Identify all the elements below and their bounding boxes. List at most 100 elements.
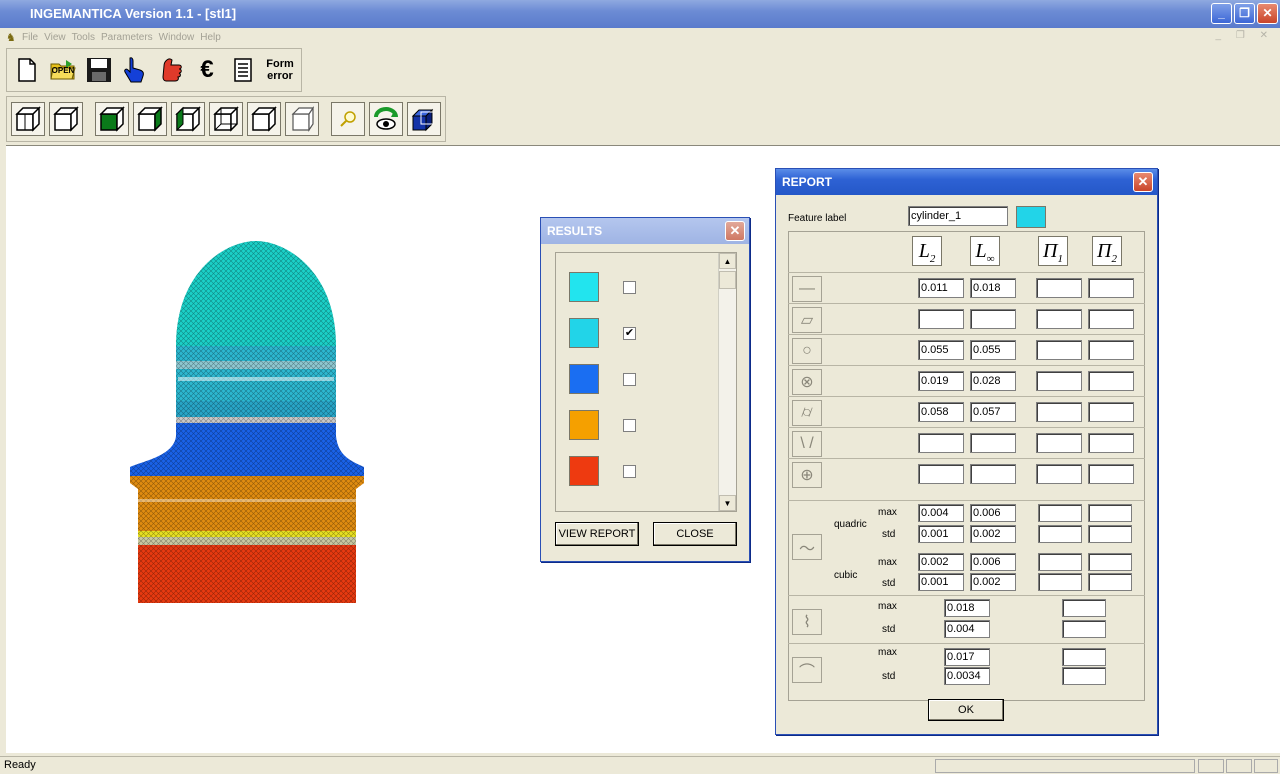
- view-back-button[interactable]: [49, 102, 83, 136]
- cell-l2[interactable]: 0.019: [918, 371, 964, 391]
- cell-l2[interactable]: [918, 309, 964, 329]
- view-right-button[interactable]: [133, 102, 167, 136]
- cylinder-icon[interactable]: ⌭: [792, 400, 822, 426]
- results-close-button[interactable]: CLOSE: [653, 522, 737, 546]
- red-hand-button[interactable]: [155, 52, 187, 88]
- cell-pi1[interactable]: [1036, 402, 1082, 422]
- view-left-button[interactable]: [171, 102, 205, 136]
- view-front-button[interactable]: [11, 102, 45, 136]
- curve-profile-icon[interactable]: 〜: [792, 534, 822, 560]
- result-checkbox[interactable]: ✔: [623, 327, 636, 340]
- scroll-thumb[interactable]: [719, 271, 736, 289]
- plane-icon[interactable]: ▱: [792, 307, 822, 333]
- cubic-max-pi1[interactable]: [1038, 553, 1082, 571]
- result-checkbox[interactable]: [623, 465, 636, 478]
- cubic-max-pi2[interactable]: [1088, 553, 1132, 571]
- menu-tools[interactable]: Tools: [72, 32, 95, 43]
- scroll-down-arrow-icon[interactable]: ▼: [719, 495, 736, 511]
- result-color-swatch[interactable]: [569, 456, 599, 486]
- quadric-std-pi1[interactable]: [1038, 525, 1082, 543]
- result-color-swatch[interactable]: [569, 364, 599, 394]
- open-button[interactable]: OPEN: [47, 52, 79, 88]
- cell-pi1[interactable]: [1036, 433, 1082, 453]
- menu-file[interactable]: File: [22, 32, 38, 43]
- cell-l2[interactable]: 0.011: [918, 278, 964, 298]
- ok-button[interactable]: OK: [928, 699, 1004, 721]
- result-color-swatch[interactable]: [569, 318, 599, 348]
- cylindricity-icon[interactable]: ⊗: [792, 369, 822, 395]
- cubic-max-linf[interactable]: 0.006: [970, 553, 1016, 571]
- cell-linf[interactable]: 0.018: [970, 278, 1016, 298]
- results-scrollbar[interactable]: ▲ ▼: [718, 253, 736, 511]
- zoom-button[interactable]: [331, 102, 365, 136]
- cell-linf[interactable]: [970, 464, 1016, 484]
- cell-l2[interactable]: 0.055: [918, 340, 964, 360]
- profile1-pi-std[interactable]: [1062, 620, 1106, 638]
- view-top-button[interactable]: [95, 102, 129, 136]
- new-button[interactable]: [11, 52, 43, 88]
- minimize-button[interactable]: _: [1211, 3, 1232, 24]
- cell-l2[interactable]: 0.058: [918, 402, 964, 422]
- profile2-pi-std[interactable]: [1062, 667, 1106, 685]
- results-close-x-button[interactable]: ✕: [725, 221, 745, 241]
- menu-window[interactable]: Window: [159, 32, 195, 43]
- cell-pi2[interactable]: [1088, 309, 1134, 329]
- cubic-std-linf[interactable]: 0.002: [970, 573, 1016, 591]
- cubic-max-l2[interactable]: 0.002: [918, 553, 964, 571]
- rotate-view-button[interactable]: [369, 102, 403, 136]
- close-window-button[interactable]: ✕: [1257, 3, 1278, 24]
- scroll-up-arrow-icon[interactable]: ▲: [719, 253, 736, 269]
- cell-l2[interactable]: [918, 433, 964, 453]
- report-button[interactable]: [227, 52, 259, 88]
- view-iso2-button[interactable]: [285, 102, 319, 136]
- result-checkbox[interactable]: [623, 419, 636, 432]
- cell-pi1[interactable]: [1036, 309, 1082, 329]
- quadric-max-pi2[interactable]: [1088, 504, 1132, 522]
- cubic-std-l2[interactable]: 0.001: [918, 573, 964, 591]
- cell-pi1[interactable]: [1036, 464, 1082, 484]
- restore-button[interactable]: ❐: [1234, 3, 1255, 24]
- sphere-icon[interactable]: ⊕: [792, 462, 822, 488]
- result-color-swatch[interactable]: [569, 272, 599, 302]
- menu-view[interactable]: View: [44, 32, 66, 43]
- view-report-button[interactable]: VIEW REPORT: [555, 522, 639, 546]
- circle-icon[interactable]: ○: [792, 338, 822, 364]
- feature-color-swatch[interactable]: [1016, 206, 1046, 228]
- cell-linf[interactable]: [970, 309, 1016, 329]
- result-checkbox[interactable]: [623, 281, 636, 294]
- save-button[interactable]: [83, 52, 115, 88]
- result-checkbox[interactable]: [623, 373, 636, 386]
- view-iso1-button[interactable]: [247, 102, 281, 136]
- cubic-std-pi2[interactable]: [1088, 573, 1132, 591]
- cell-l2[interactable]: [918, 464, 964, 484]
- feature-label-input[interactable]: cylinder_1: [908, 206, 1008, 226]
- view-bottom-button[interactable]: [209, 102, 243, 136]
- profile2-max[interactable]: 0.017: [944, 648, 990, 666]
- profile1-std[interactable]: 0.004: [944, 620, 990, 638]
- profile2-pi-max[interactable]: [1062, 648, 1106, 666]
- cell-pi2[interactable]: [1088, 464, 1134, 484]
- cell-pi2[interactable]: [1088, 278, 1134, 298]
- profile2-std[interactable]: 0.0034: [944, 667, 990, 685]
- quadric-max-l2[interactable]: 0.004: [918, 504, 964, 522]
- cell-pi2[interactable]: [1088, 340, 1134, 360]
- quadric-max-pi1[interactable]: [1038, 504, 1082, 522]
- cell-linf[interactable]: [970, 433, 1016, 453]
- quadric-max-linf[interactable]: 0.006: [970, 504, 1016, 522]
- cell-pi1[interactable]: [1036, 340, 1082, 360]
- report-close-x-button[interactable]: ✕: [1133, 172, 1153, 192]
- blue-hand-button[interactable]: [119, 52, 151, 88]
- form-error-button[interactable]: Form error: [263, 52, 297, 88]
- profile-surface-icon[interactable]: ⌒: [792, 657, 822, 683]
- cell-pi1[interactable]: [1036, 371, 1082, 391]
- euro-button[interactable]: €: [191, 52, 223, 88]
- profile1-max[interactable]: 0.018: [944, 599, 990, 617]
- quadric-std-pi2[interactable]: [1088, 525, 1132, 543]
- cell-pi2[interactable]: [1088, 402, 1134, 422]
- 3d-view-button[interactable]: [407, 102, 441, 136]
- quadric-std-l2[interactable]: 0.001: [918, 525, 964, 543]
- cell-linf[interactable]: 0.057: [970, 402, 1016, 422]
- profile1-pi-max[interactable]: [1062, 599, 1106, 617]
- profile-line-icon[interactable]: ⌇: [792, 609, 822, 635]
- cell-pi2[interactable]: [1088, 433, 1134, 453]
